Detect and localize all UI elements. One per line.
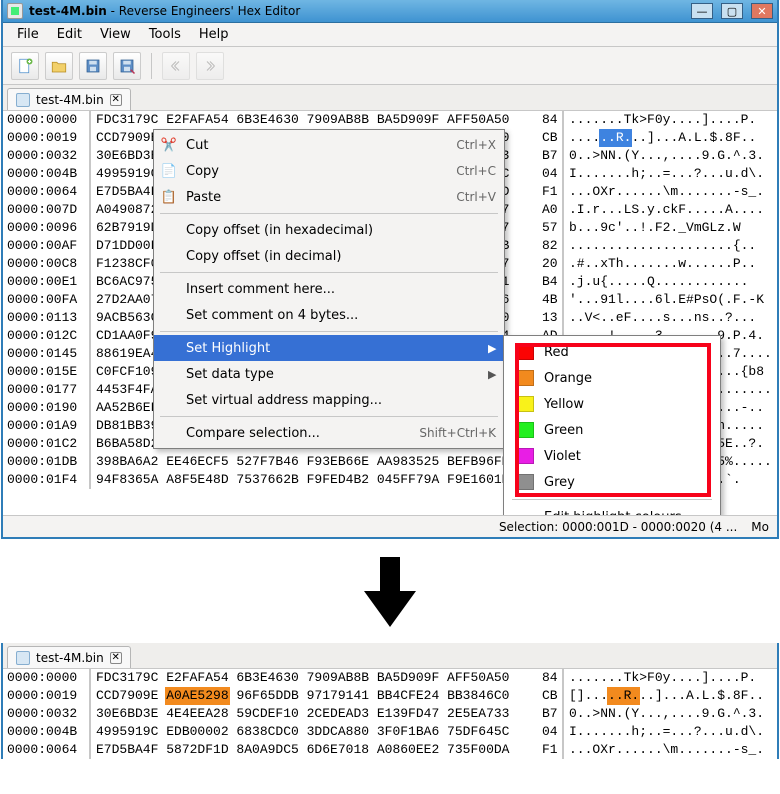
edit-highlight-label: Edit highlight colours... xyxy=(544,510,694,516)
highlight-color-label: Grey xyxy=(544,475,575,490)
menu-tools[interactable]: Tools xyxy=(141,25,189,44)
context-menu: ✂️ Cut Ctrl+X 📄 Copy Ctrl+C 📋 Paste Ctrl… xyxy=(153,129,505,449)
paste-icon: 📋 xyxy=(160,188,178,206)
ctx-copy-offset-dec[interactable]: Copy offset (in decimal) xyxy=(154,243,504,269)
file-icon xyxy=(16,651,30,665)
ctx-paste[interactable]: 📋 Paste Ctrl+V xyxy=(154,184,504,210)
hex-row[interactable]: 0000:0000FDC3179C E2FAFA54 6B3E4630 7909… xyxy=(3,111,777,129)
ctx-set-highlight[interactable]: Set Highlight▶ xyxy=(154,335,504,361)
window-title: test-4M.bin - Reverse Engineers' Hex Edi… xyxy=(29,4,300,18)
menu-view[interactable]: View xyxy=(92,25,139,44)
tab-close-button-2[interactable]: ✕ xyxy=(110,652,122,664)
forward-button[interactable] xyxy=(196,52,224,80)
swatch-icon xyxy=(518,422,534,438)
highlight-color-label: Green xyxy=(544,423,583,438)
highlight-color-yellow[interactable]: Yellow xyxy=(504,391,720,417)
tab-strip: test-4M.bin ✕ xyxy=(3,85,777,111)
ctx-copy[interactable]: 📄 Copy Ctrl+C xyxy=(154,158,504,184)
main-window: test-4M.bin - Reverse Engineers' Hex Edi… xyxy=(1,0,779,539)
tab-file-2[interactable]: test-4M.bin ✕ xyxy=(7,646,131,668)
highlight-color-label: Red xyxy=(544,345,569,360)
menu-file[interactable]: File xyxy=(9,25,47,44)
minimize-button[interactable]: — xyxy=(691,3,713,19)
highlight-color-green[interactable]: Green xyxy=(504,417,720,443)
result-arrow-icon xyxy=(0,557,780,627)
status-bar: Selection: 0000:001D - 0000:0020 (4 ... … xyxy=(3,515,777,537)
tab-file[interactable]: test-4M.bin ✕ xyxy=(7,88,131,110)
swatch-icon xyxy=(518,396,534,412)
edit-highlight-colours[interactable]: Edit highlight colours... xyxy=(504,504,720,515)
saveas-button[interactable] xyxy=(113,52,141,80)
hex-row[interactable]: 0000:0019CCD7909E A0AE5298 96F65DDB 9717… xyxy=(3,687,777,705)
highlight-color-red[interactable]: Red xyxy=(504,339,720,365)
highlight-color-violet[interactable]: Violet xyxy=(504,443,720,469)
file-icon xyxy=(16,93,30,107)
highlight-color-label: Orange xyxy=(544,371,592,386)
hex-row[interactable]: 0000:004B4995919C EDB00002 6838CDC0 3DDC… xyxy=(3,723,777,741)
highlight-color-label: Violet xyxy=(544,449,581,464)
swatch-icon xyxy=(518,370,534,386)
highlight-submenu: Red Orange Yellow Green Violet Grey Edit highl… xyxy=(503,335,721,515)
copy-icon: 📄 xyxy=(160,162,178,180)
menu-help[interactable]: Help xyxy=(191,25,237,44)
menu-bar: File Edit View Tools Help xyxy=(3,23,777,47)
tab-strip-2: test-4M.bin ✕ xyxy=(3,643,777,669)
tab-label-2: test-4M.bin xyxy=(36,651,104,665)
ctx-compare[interactable]: Compare selection...Shift+Ctrl+K xyxy=(154,420,504,446)
cut-icon: ✂️ xyxy=(160,136,178,154)
highlight-color-label: Yellow xyxy=(544,397,584,412)
hex-viewport[interactable]: 0000:0000FDC3179C E2FAFA54 6B3E4630 7909… xyxy=(3,111,777,515)
tab-label: test-4M.bin xyxy=(36,93,104,107)
ctx-copy-offset-hex[interactable]: Copy offset (in hexadecimal) xyxy=(154,217,504,243)
maximize-button[interactable]: ▢ xyxy=(721,3,743,19)
hex-row[interactable]: 0000:003230E6BD3E 4E4EEA28 59CDEF10 2CED… xyxy=(3,705,777,723)
highlight-color-grey[interactable]: Grey xyxy=(504,469,720,495)
result-window: test-4M.bin ✕ 0000:0000FDC3179C E2FAFA54… xyxy=(1,643,779,759)
open-button[interactable] xyxy=(45,52,73,80)
close-button[interactable]: ✕ xyxy=(751,3,773,19)
swatch-icon xyxy=(518,474,534,490)
ctx-set-comment[interactable]: Set comment on 4 bytes... xyxy=(154,302,504,328)
highlight-color-orange[interactable]: Orange xyxy=(504,365,720,391)
hex-row[interactable]: 0000:0000FDC3179C E2FAFA54 6B3E4630 7909… xyxy=(3,669,777,687)
title-bar[interactable]: test-4M.bin - Reverse Engineers' Hex Edi… xyxy=(3,0,777,23)
back-button[interactable] xyxy=(162,52,190,80)
ctx-set-data-type[interactable]: Set data type▶ xyxy=(154,361,504,387)
status-mode: Mo xyxy=(751,520,769,534)
ctx-set-vam[interactable]: Set virtual address mapping... xyxy=(154,387,504,413)
ctx-cut[interactable]: ✂️ Cut Ctrl+X xyxy=(154,132,504,158)
save-button[interactable] xyxy=(79,52,107,80)
menu-edit[interactable]: Edit xyxy=(49,25,90,44)
tab-close-button[interactable]: ✕ xyxy=(110,94,122,106)
toolbar xyxy=(3,47,777,85)
swatch-icon xyxy=(518,448,534,464)
app-icon xyxy=(7,3,23,19)
hex-viewport-2[interactable]: 0000:0000FDC3179C E2FAFA54 6B3E4630 7909… xyxy=(3,669,777,759)
hex-row[interactable]: 0000:0064E7D5BA4F 5872DF1D 8A0A9DC5 6D6E… xyxy=(3,741,777,759)
ctx-insert-comment[interactable]: Insert comment here... xyxy=(154,276,504,302)
status-selection: Selection: 0000:001D - 0000:0020 (4 ... xyxy=(499,520,737,534)
swatch-icon xyxy=(518,344,534,360)
new-button[interactable] xyxy=(11,52,39,80)
